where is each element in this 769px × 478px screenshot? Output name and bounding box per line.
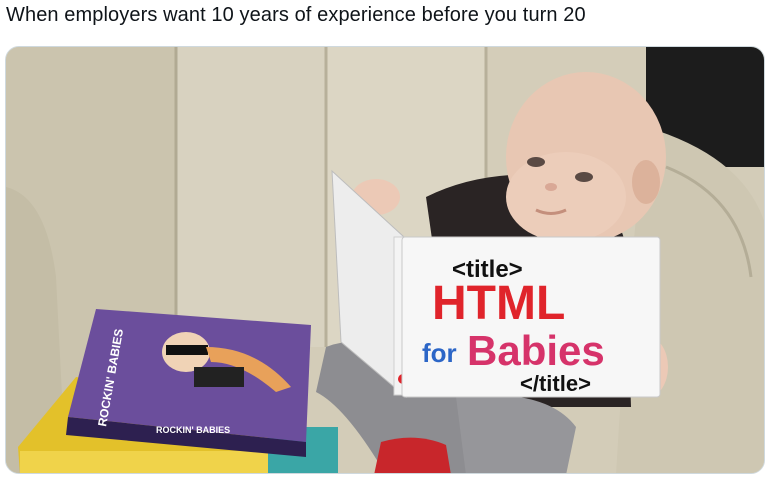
book-title-html: HTML: [432, 277, 565, 330]
side-book-bottom: ROCKIN' BABIES: [156, 425, 230, 435]
book-close-tag: </title>: [520, 371, 591, 396]
meme-photo: <title> HTML for Babies </title> ROCKIN'…: [5, 46, 765, 474]
book-title-babies: Babies: [467, 327, 605, 374]
book-title-for: for: [422, 338, 457, 368]
post-caption: When employers want 10 years of experien…: [6, 4, 586, 26]
